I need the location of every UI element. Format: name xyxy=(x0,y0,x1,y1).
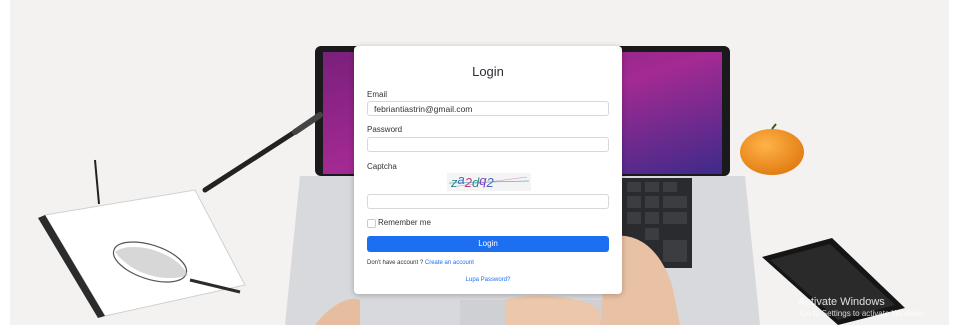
password-label: Password xyxy=(367,125,403,134)
signup-prompt-text: Don't have account ? xyxy=(367,260,424,266)
login-button[interactable]: Login xyxy=(367,236,609,252)
captcha-field[interactable] xyxy=(367,194,609,209)
activate-windows-subtitle: Go to Settings to activate Windows. xyxy=(800,309,927,318)
captcha-label: Captcha xyxy=(367,162,397,171)
email-label: Email xyxy=(367,90,388,99)
create-account-link[interactable]: Create an account xyxy=(425,260,474,266)
captcha-image: za2dq2 xyxy=(447,173,531,191)
password-field[interactable] xyxy=(367,137,609,152)
forgot-password-link[interactable]: Lupa Password? xyxy=(354,277,622,283)
remember-label: Remember me xyxy=(378,218,431,227)
login-card: Login Email febriantiastrin@gmail.com Pa… xyxy=(354,46,622,294)
activate-windows-title: Activate Windows xyxy=(798,296,885,308)
signup-prompt: Don't have account ? Create an account xyxy=(367,260,474,266)
remember-checkbox[interactable] xyxy=(367,219,376,228)
captcha-text: za2dq2 xyxy=(450,173,494,190)
email-field[interactable]: febriantiastrin@gmail.com xyxy=(367,101,609,116)
login-title: Login xyxy=(472,64,504,79)
